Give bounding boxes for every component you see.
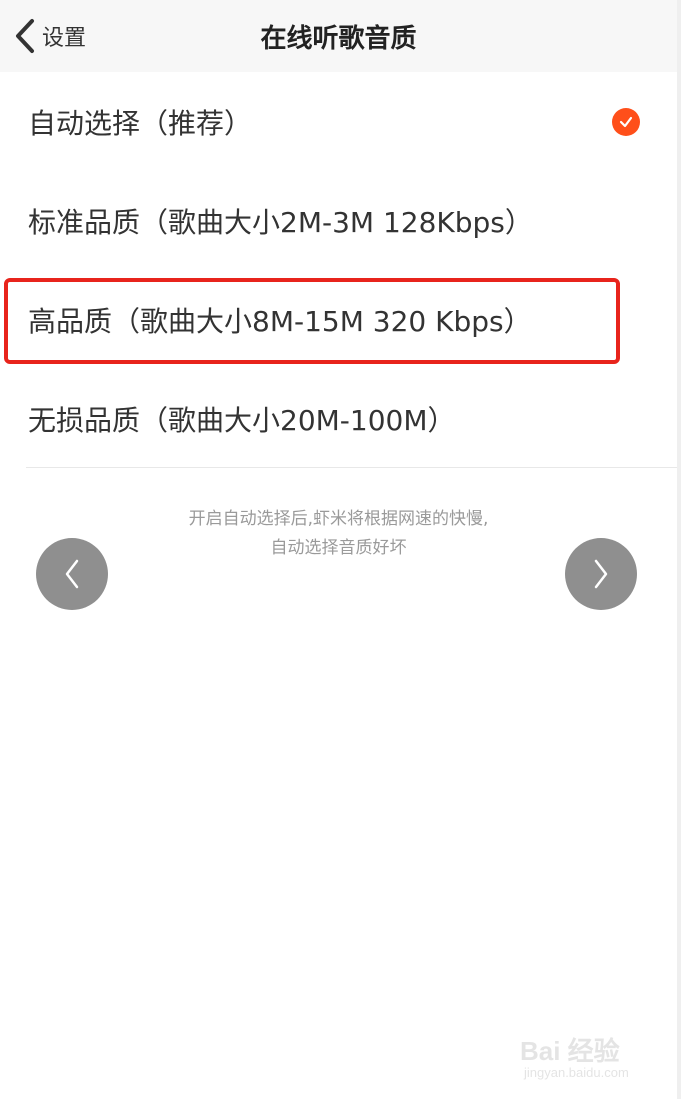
checkmark-icon xyxy=(612,108,640,136)
right-edge xyxy=(677,0,681,1099)
page-title: 在线听歌音质 xyxy=(260,24,417,54)
previous-button[interactable] xyxy=(36,538,108,610)
nav-bar: 设置 在线听歌音质 xyxy=(0,0,677,72)
chevron-right-icon xyxy=(594,559,608,589)
option-label: 无损品质（歌曲大小20M-100M） xyxy=(28,403,456,437)
chevron-left-icon xyxy=(65,559,79,589)
option-high[interactable]: 高品质（歌曲大小8M-15M 320 Kbps） xyxy=(0,270,677,369)
option-lossless[interactable]: 无损品质（歌曲大小20M-100M） xyxy=(0,369,677,468)
watermark-site: jingyan.baidu.com xyxy=(524,1065,629,1080)
option-label: 自动选择（推荐） xyxy=(28,106,253,140)
option-label: 高品质（歌曲大小8M-15M 320 Kbps） xyxy=(28,304,532,338)
next-button[interactable] xyxy=(565,538,637,610)
divider xyxy=(26,467,677,468)
baidu-jingyan-watermark: Bai 经验 jingyan.baidu.com xyxy=(520,1025,660,1085)
option-auto[interactable]: 自动选择（推荐） xyxy=(0,72,677,171)
hint-line: 开启自动选择后,虾米将根据网速的快慢, xyxy=(188,509,489,529)
quality-options: 自动选择（推荐） 标准品质（歌曲大小2M-3M 128Kbps） 高品质（歌曲大… xyxy=(0,72,677,468)
watermark-brand: Bai 经验 xyxy=(520,1036,620,1066)
option-standard[interactable]: 标准品质（歌曲大小2M-3M 128Kbps） xyxy=(0,171,677,270)
option-label: 标准品质（歌曲大小2M-3M 128Kbps） xyxy=(28,205,533,239)
